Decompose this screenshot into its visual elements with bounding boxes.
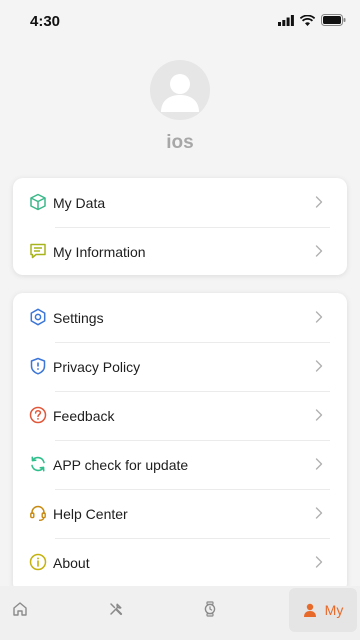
battery-icon: [321, 14, 346, 26]
menu-item-label: Feedback: [53, 407, 115, 424]
menu-item-about[interactable]: About: [13, 538, 347, 587]
watch-icon: [204, 601, 216, 617]
tab-my-label: My: [324, 602, 344, 618]
info-icon: [29, 553, 47, 571]
tab-home[interactable]: [0, 586, 40, 632]
person-icon: [303, 603, 316, 617]
chevron-right-icon: [315, 458, 323, 470]
message-icon: [29, 242, 47, 260]
menu-item-label: APP check for update: [53, 456, 189, 473]
status-bar: 4:30: [0, 0, 360, 44]
status-time: 4:30: [30, 13, 61, 30]
menu-item-label: My Data: [53, 194, 106, 211]
menu-item-label: My Information: [53, 243, 146, 260]
chevron-right-icon: [315, 507, 323, 519]
user-placeholder-icon: [161, 74, 199, 112]
username: ios: [166, 132, 194, 153]
menu-item-label: Privacy Policy: [53, 358, 141, 375]
tab-tools[interactable]: [96, 586, 136, 632]
headset-icon: [29, 504, 47, 522]
shield-icon: [29, 357, 47, 375]
refresh-icon: [29, 455, 47, 473]
chevron-right-icon: [315, 409, 323, 421]
tab-my[interactable]: My: [289, 588, 357, 632]
menu-item-my-data[interactable]: My Data: [13, 178, 347, 227]
menu-item-label: About: [53, 554, 90, 571]
menu-item-label: Help Center: [53, 505, 128, 522]
menu-item-feedback[interactable]: Feedback: [13, 391, 347, 440]
menu-item-privacy-policy[interactable]: Privacy Policy: [13, 342, 347, 391]
question-icon: [29, 406, 47, 424]
status-icons: [278, 14, 346, 26]
bottom-tab-bar: My: [0, 586, 360, 640]
avatar[interactable]: [150, 60, 210, 120]
wifi-icon: [300, 14, 315, 26]
menu-item-app-update[interactable]: APP check for update: [13, 440, 347, 489]
chevron-right-icon: [315, 196, 323, 208]
chevron-right-icon: [315, 311, 323, 323]
cellular-signal-icon: [278, 14, 294, 26]
menu-item-label: Settings: [53, 309, 104, 326]
gear-icon: [29, 308, 47, 326]
chevron-right-icon: [315, 245, 323, 257]
chevron-right-icon: [315, 556, 323, 568]
menu-card-personal: My Data My Information: [13, 178, 347, 275]
menu-item-settings[interactable]: Settings: [13, 293, 347, 342]
tab-watch[interactable]: [190, 586, 230, 632]
menu-item-help-center[interactable]: Help Center: [13, 489, 347, 538]
menu-card-general: Settings Privacy Policy Feedback APP che…: [13, 293, 347, 593]
menu-item-my-information[interactable]: My Information: [13, 227, 347, 275]
home-icon: [13, 602, 27, 616]
chevron-right-icon: [315, 360, 323, 372]
cube-icon: [29, 193, 47, 211]
tools-icon: [110, 603, 123, 616]
